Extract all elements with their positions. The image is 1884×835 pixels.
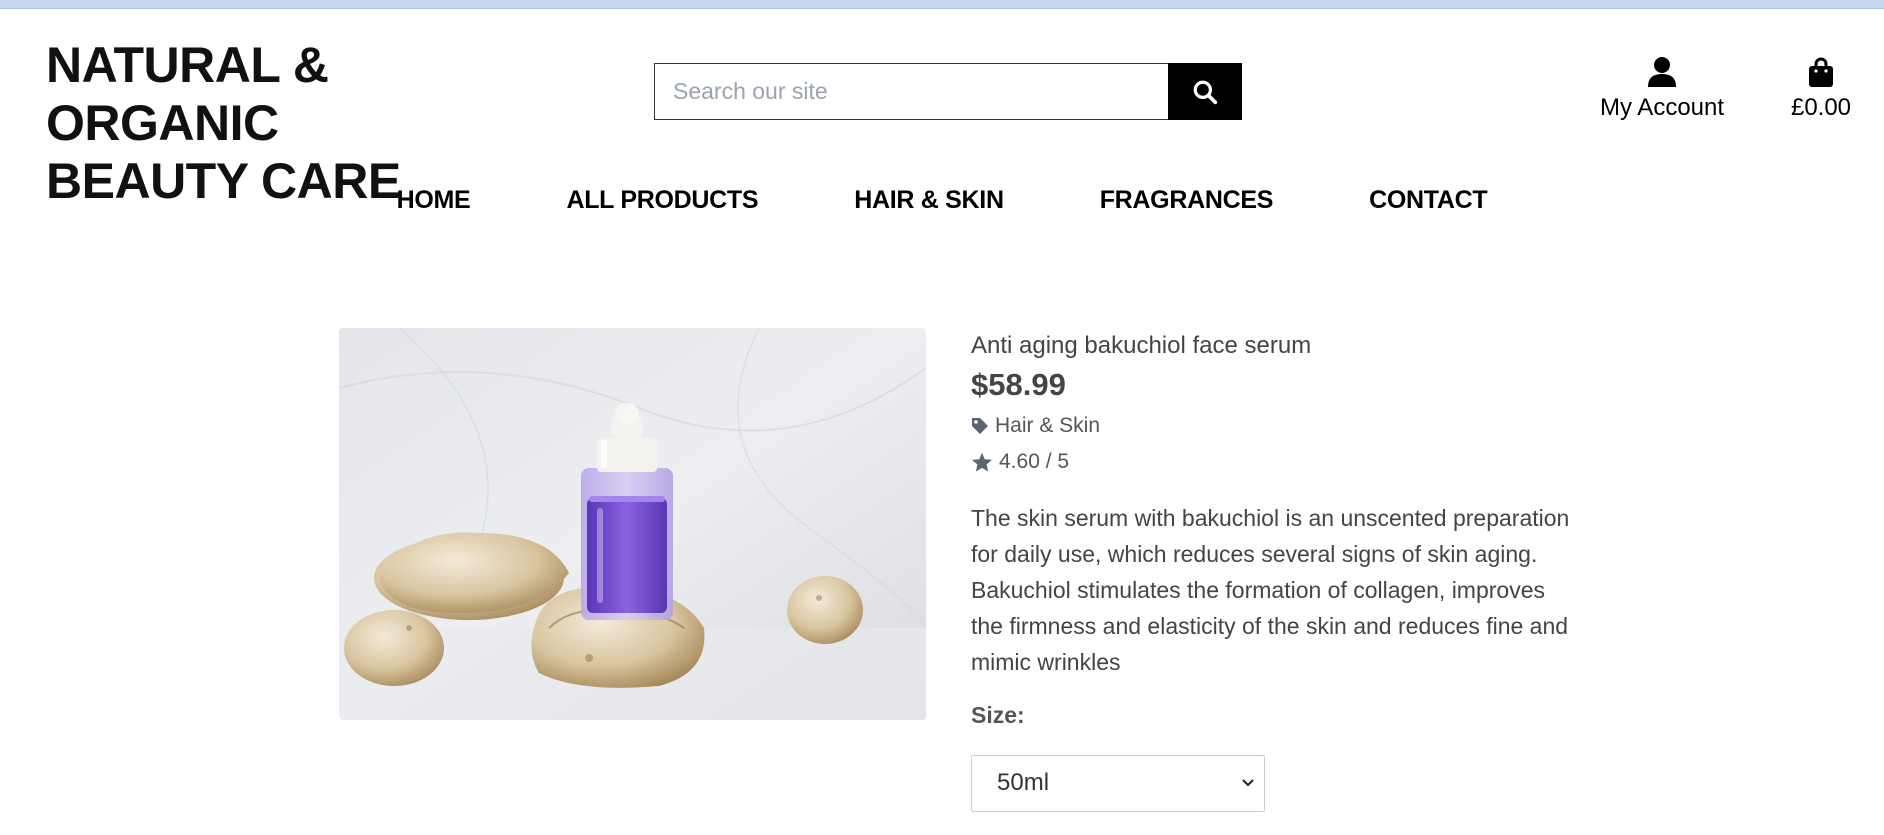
size-select-value: 50ml (997, 769, 1050, 796)
search-icon (1193, 80, 1218, 104)
size-label: Size: (971, 702, 1025, 728)
product-rating-value: 4.60 / 5 (999, 450, 1070, 473)
tag-icon (972, 418, 988, 434)
product-category[interactable]: Hair & Skin (971, 412, 1571, 440)
bag-total: £0.00 (1790, 94, 1852, 121)
shopping-bag-icon (1809, 57, 1833, 87)
nav-item-all-products[interactable]: ALL PRODUCTS (566, 186, 758, 215)
nav-item-home[interactable]: HOME (397, 186, 471, 215)
main-nav: HOME ALL PRODUCTS HAIR & SKIN FRAGRANCES… (0, 186, 1884, 215)
product-description: The skin serum with bakuchiol is an unsc… (971, 505, 1570, 675)
size-select[interactable]: 50ml (971, 755, 1265, 812)
nav-item-fragrances[interactable]: FRAGRANCES (1100, 186, 1274, 215)
star-icon (972, 452, 992, 472)
chevron-down-icon (1242, 779, 1254, 787)
product-details: Anti aging bakuchiol face serum $58.99 H… (971, 330, 1571, 812)
my-account-label: My Account (1599, 94, 1725, 121)
search-button[interactable] (1168, 63, 1242, 120)
my-account-link[interactable]: My Account (1592, 56, 1732, 122)
product-name: Anti aging bakuchiol face serum (971, 332, 1312, 359)
search-input[interactable] (654, 63, 1168, 120)
serum-bottle-photo (339, 328, 926, 720)
product-category-label: Hair & Skin (995, 414, 1101, 437)
product-price: $58.99 (971, 367, 1066, 402)
nav-item-hair-skin[interactable]: HAIR & SKIN (854, 186, 1004, 215)
brand-logo[interactable]: NATURAL & ORGANIC BEAUTY CARE (46, 36, 566, 210)
browser-top-strip (0, 0, 1884, 9)
shopping-bag-link[interactable]: £0.00 (1780, 56, 1862, 122)
brand-line-1: NATURAL & ORGANIC (46, 37, 329, 151)
user-icon (1648, 57, 1676, 87)
brand-link[interactable]: NATURAL & ORGANIC BEAUTY CARE (46, 36, 566, 210)
search-form (654, 63, 1242, 120)
nav-item-contact[interactable]: CONTACT (1369, 186, 1488, 215)
product-image[interactable] (339, 328, 926, 720)
product-rating: 4.60 / 5 (971, 448, 1571, 476)
